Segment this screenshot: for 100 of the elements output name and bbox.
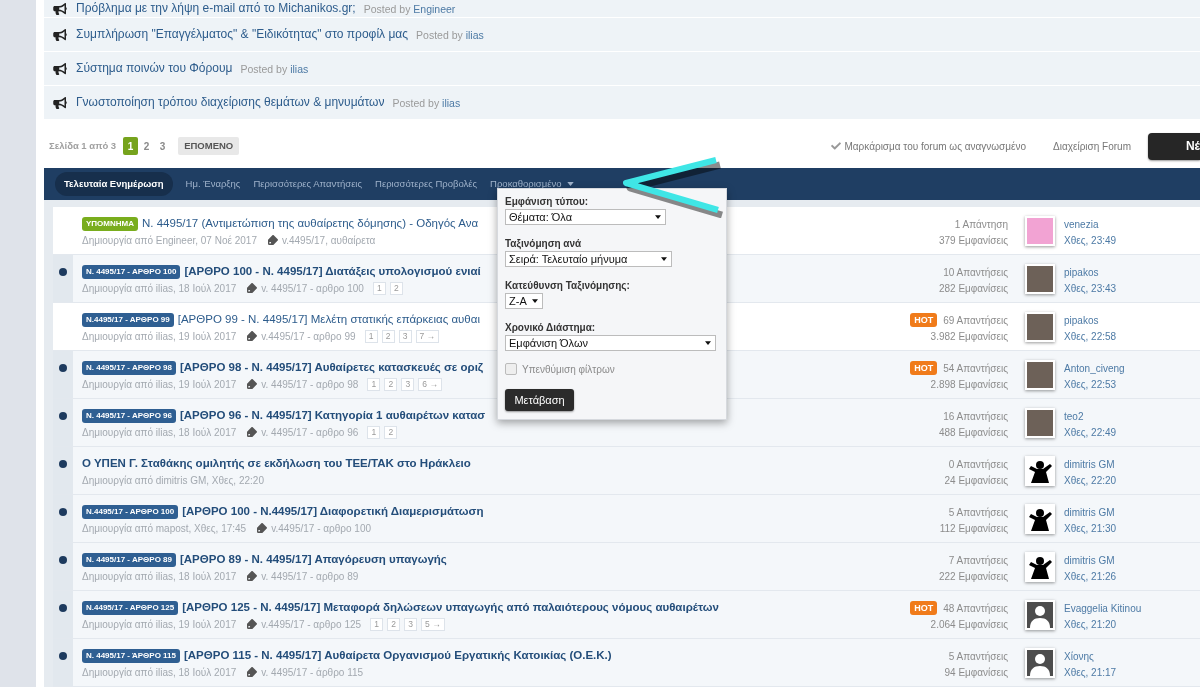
topic-page-link[interactable]: 3 (401, 377, 415, 391)
avatar-placeholder[interactable] (1025, 360, 1055, 390)
topic-page-link[interactable]: 7 → (415, 329, 440, 343)
submit-button[interactable]: Μετάβαση (505, 389, 574, 411)
page-link[interactable]: 3 (155, 137, 171, 155)
sort-tab[interactable]: Περισσότερες Απαντήσεις (253, 176, 363, 192)
prefix-label[interactable]: Ν. 4495/17 - ΆΡΘΡΟ 115 (82, 649, 180, 663)
topic-page-link[interactable]: 3 (404, 617, 418, 631)
author-link[interactable]: ilias (442, 96, 461, 109)
avatar-placeholder[interactable] (1025, 312, 1055, 342)
avatar-silhouette-icon[interactable] (1025, 552, 1055, 582)
tag-link[interactable]: v.4495/17 - αρθρο 100 (271, 520, 371, 536)
topic-title-link[interactable]: [ΑΡΘΡΟ 98 - Ν. 4495/17] Αυθαίρετες κατασκευές σε οριζ (179, 359, 484, 377)
author-link[interactable]: ilias (290, 62, 309, 75)
avatar-placeholder[interactable] (1025, 408, 1055, 438)
prefix-label[interactable]: Ν.4495/17 - ΑΡΘΡΟ 99 (82, 313, 174, 327)
topic-page-link[interactable]: 5 → (421, 617, 445, 631)
author-link[interactable]: ilias (465, 28, 484, 41)
avatar-silhouette-icon[interactable] (1025, 504, 1055, 534)
remember-filters-label[interactable]: Υπενθύμιση φίλτρων (522, 361, 615, 377)
topic-page-link[interactable]: 2 (384, 425, 398, 439)
last-poster-link[interactable]: Anton_civeng (1064, 360, 1125, 376)
tag-link[interactable]: v. 4495/17 - άρθρο 115 (261, 664, 364, 680)
tag-link[interactable]: v.4495/17, αυθαίρετα (281, 232, 376, 248)
next-page-button[interactable]: ΕΠΟΜΕΝΟ (178, 137, 240, 155)
prefix-label[interactable]: Ν. 4495/17 - ΑΡΘΡΟ 98 (82, 361, 176, 375)
last-poster-link[interactable]: Evaggelia Kitinou (1064, 600, 1142, 616)
last-poster-link[interactable]: teo2 (1064, 408, 1084, 424)
last-post-time-link[interactable]: Χθες, 22:58 (1064, 328, 1117, 344)
tag-link[interactable]: v.4495/17 - αρθρο 125 (261, 616, 362, 632)
tag-link[interactable]: v. 4495/17 - αρθρο 96 (261, 424, 359, 440)
tag-link[interactable]: v.4495/17 - αρθρο 99 (261, 328, 356, 344)
topic-page-link[interactable]: 1 (367, 425, 381, 439)
announcement-link[interactable]: Γνωστοποίηση τρόπου διαχείρισης θεμάτων & μηνυμάτων (76, 95, 385, 110)
topic-page-link[interactable]: 3 (398, 329, 412, 343)
topic-title-link[interactable]: Ο ΥΠΕΝ Γ. Σταθάκης ομιλητής σε εκδήλωση του ΤΕΕ/ΤΑΚ στο Ηράκλειο (82, 455, 471, 473)
last-post-time-link[interactable]: Χθες, 21:30 (1064, 520, 1117, 536)
last-poster-link[interactable]: dimitris GM (1064, 456, 1115, 472)
sort-dropdown-tab[interactable]: Προκαθορισμένο (490, 176, 575, 192)
prefix-label[interactable]: Ν.4495/17 - ΑΡΘΡΟ 125 (82, 601, 179, 615)
select-field[interactable]: Z-A (505, 293, 543, 309)
topic-title-link[interactable]: [ΑΡΘΡΟ 115 - Ν. 4495/17] Αυθαίρετα Οργανισμού Εργατικής Κατοικίας (Ο.Ε.Κ.) (184, 647, 612, 665)
last-post-time-link[interactable]: Χθες, 22:20 (1064, 472, 1117, 488)
sort-tab[interactable]: Περισσότερες Προβολές (375, 176, 478, 192)
topic-page-link[interactable]: 2 (387, 617, 401, 631)
prefix-label[interactable]: Ν. 4495/17 - ΑΡΘΡΟ 96 (82, 409, 176, 423)
last-post-time-link[interactable]: Χθες, 21:17 (1064, 664, 1117, 680)
page-link[interactable]: 1 (123, 137, 139, 155)
select-field[interactable]: Εμφάνιση Όλων (505, 335, 716, 351)
announcement-link[interactable]: Συμπλήρωση "Επαγγέλματος" & "Ειδικότητας" στο προφίλ μας (76, 27, 409, 42)
mark-read-link[interactable]: Μαρκάρισμα του forum ως αναγνωσμένο (844, 138, 1027, 154)
last-poster-link[interactable]: Χίονης (1064, 648, 1094, 664)
topic-page-link[interactable]: 1 (370, 617, 384, 631)
announcement-link[interactable]: Πρόβλημα με την λήψη e-mail από το Michanikos.gr; (76, 1, 356, 16)
last-poster-link[interactable]: pipakos (1064, 264, 1099, 280)
avatar-silhouette-icon[interactable] (1025, 648, 1055, 678)
new-topic-button[interactable]: Νέ (1148, 132, 1200, 160)
topic-page-link[interactable]: 6 → (418, 377, 442, 391)
remember-filters-checkbox[interactable] (505, 363, 517, 375)
author-link[interactable]: Engineer (413, 2, 456, 15)
last-poster-link[interactable]: pipakos (1064, 312, 1099, 328)
topic-page-link[interactable]: 2 (389, 281, 403, 295)
tag-link[interactable]: v. 4495/17 - αρθρο 89 (261, 568, 359, 584)
topic-title-link[interactable]: [ΑΡΘΡΟ 96 - Ν. 4495/17] Κατηγορία 1 αυθαιρέτων κατασ (179, 407, 486, 425)
manage-forum-link[interactable]: Διαχείριση Forum (1053, 138, 1131, 154)
prefix-label[interactable]: Ν.4495/17 - ΑΡΘΡΟ 100 (82, 505, 179, 519)
last-post-time-link[interactable]: Χθες, 23:43 (1064, 280, 1117, 296)
tag-link[interactable]: v. 4495/17 - αρθρο 100 (261, 280, 364, 296)
prefix-label[interactable]: Ν. 4495/17 - ΑΡΘΡΟ 89 (82, 553, 176, 567)
topic-page-link[interactable]: 2 (384, 377, 398, 391)
page-link[interactable]: 2 (139, 137, 155, 155)
sort-tab[interactable]: Ημ. Έναρξης (185, 176, 241, 192)
avatar-placeholder[interactable] (1025, 264, 1055, 294)
last-poster-link[interactable]: dimitris GM (1064, 504, 1115, 520)
last-post-time-link[interactable]: Χθες, 21:20 (1064, 616, 1117, 632)
topic-title-link[interactable]: [ΑΡΘΡΟ 100 - Ν.4495/17] Διαφορετική Διαμερισμάτωση (182, 503, 484, 521)
topic-title-link[interactable]: [ΑΡΘΡΟ 100 - Ν. 4495/17] Διατάξεις υπολογισμού ενιαί (184, 263, 481, 281)
topic-title-link[interactable]: Ν. 4495/17 (Αντιμετώπιση της αυθαίρετης δόμησης) - Οδηγός Ανα (142, 215, 479, 233)
prefix-label[interactable]: Ν. 4495/17 - ΑΡΘΡΟ 100 (82, 265, 181, 279)
last-post-time-link[interactable]: Χθες, 22:49 (1064, 424, 1117, 440)
last-post-time-link[interactable]: Χθες, 22:53 (1064, 376, 1117, 392)
topic-page-link[interactable]: 1 (367, 377, 381, 391)
prefix-label[interactable]: ΥΠΟΜΝΗΜΑ (82, 217, 138, 231)
announcement-link[interactable]: Σύστημα ποινών του Φόρουμ (76, 61, 233, 76)
topic-title-link[interactable]: [ΑΡΘΡΟ 99 - Ν. 4495/17] Μελέτη στατικής επάρκειας αυθαι (177, 311, 480, 329)
last-poster-link[interactable]: venezia (1064, 216, 1099, 232)
topic-page-link[interactable]: 1 (372, 281, 386, 295)
topic-title-link[interactable]: [ΑΡΘΡΟ 125 - Ν. 4495/17] Μεταφορά δηλώσεων υπαγωγής από παλαιότερους νόμους αυθαιρέτων (182, 599, 719, 617)
tag-link[interactable]: v. 4495/17 - αρθρο 98 (261, 376, 359, 392)
last-post-time-link[interactable]: Χθες, 23:49 (1064, 232, 1117, 248)
last-poster-link[interactable]: dimitris GM (1064, 552, 1115, 568)
topic-page-link[interactable]: 2 (381, 329, 395, 343)
select-field[interactable]: Σειρά: Τελευταίο μήνυμα (505, 251, 672, 267)
avatar-silhouette-icon[interactable] (1025, 456, 1055, 486)
last-post-time-link[interactable]: Χθες, 21:26 (1064, 568, 1117, 584)
topic-page-link[interactable]: 1 (364, 329, 378, 343)
select-field[interactable]: Θέματα: Όλα (505, 209, 666, 225)
sort-tab[interactable]: Τελευταία Ενημέρωση (55, 172, 173, 196)
avatar-silhouette-icon[interactable] (1025, 600, 1055, 630)
topic-title-link[interactable]: [ΑΡΘΡΟ 89 - Ν. 4495/17] Απαγόρευση υπαγωγής (179, 551, 447, 569)
